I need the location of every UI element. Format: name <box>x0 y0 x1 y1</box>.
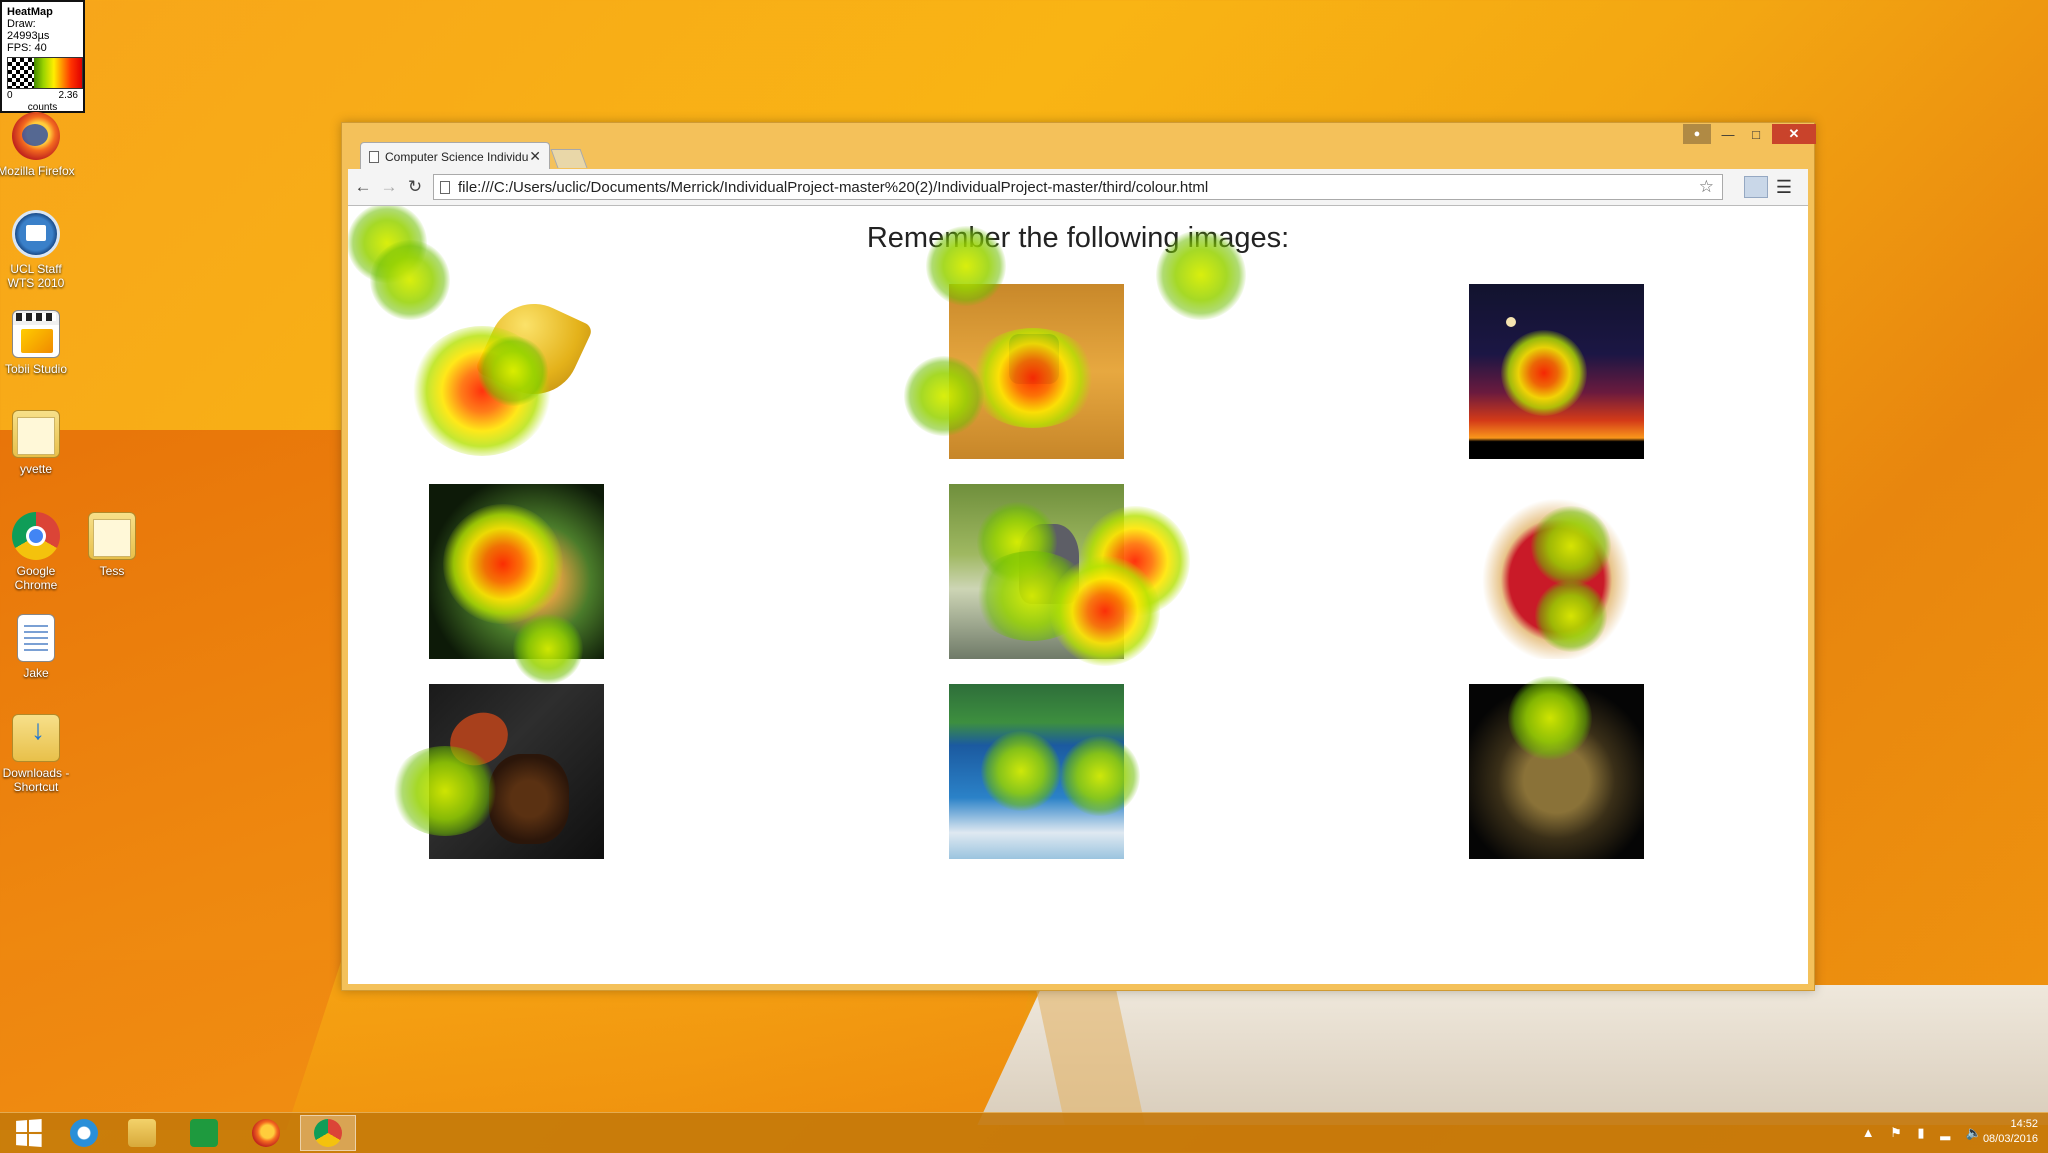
desktop-icon-firefox[interactable]: Mozilla Firefox <box>0 112 76 178</box>
minimize-button[interactable]: — <box>1714 124 1742 144</box>
clock-time: 14:52 <box>2010 1118 2038 1130</box>
desktop-icon-label: Tobii Studio <box>4 362 68 376</box>
heatmap-fps: FPS: 40 <box>7 42 47 54</box>
taskbar-chrome[interactable] <box>300 1115 356 1151</box>
image-toy <box>429 484 604 659</box>
menu-icon[interactable]: ☰ <box>1772 176 1796 198</box>
desktop-icon-label: Mozilla Firefox <box>0 164 75 178</box>
image-jet-ski <box>949 684 1124 859</box>
start-icon <box>16 1119 42 1147</box>
image-sunset <box>1469 284 1644 459</box>
remote-desktop-icon <box>12 210 60 258</box>
reload-icon[interactable]: ↻ <box>404 177 426 197</box>
internet-explorer-icon <box>70 1119 98 1147</box>
chrome-icon <box>314 1119 342 1147</box>
address-bar-url: file:///C:/Users/uclic/Documents/Merrick… <box>458 178 1209 196</box>
desktop-icon-yvette[interactable]: yvette <box>0 410 76 476</box>
taskbar-firefox[interactable] <box>238 1115 294 1151</box>
browser-tab[interactable]: Computer Science Individu ✕ <box>360 142 550 170</box>
desktop-icon-jake[interactable]: Jake <box>0 614 76 680</box>
folder-icon <box>88 512 136 560</box>
desktop-icon-tess[interactable]: Tess <box>72 512 152 578</box>
chrome-icon <box>12 512 60 560</box>
bookmark-star-icon[interactable]: ☆ <box>1699 177 1714 197</box>
desktop-icon-label: Jake <box>23 666 49 680</box>
browser-window: ● — □ ✕ Computer Science Individu ✕ ← → … <box>341 122 1816 991</box>
wallpaper-shape <box>1035 985 1145 1125</box>
page-icon <box>440 180 450 194</box>
page-heading: Remember the following images: <box>866 222 1290 254</box>
clock-date: 08/03/2016 <box>1982 1133 2038 1145</box>
firefox-icon <box>252 1119 280 1147</box>
desktop-icon-downloads[interactable]: Downloads - Shortcut <box>0 714 76 794</box>
wallpaper-floor <box>977 985 2048 1125</box>
address-bar[interactable]: file:///C:/Users/uclic/Documents/Merrick… <box>433 174 1723 200</box>
maximize-button[interactable]: □ <box>1742 124 1770 144</box>
tab-title: Computer Science Individu <box>385 149 529 164</box>
desktop-icon-ucl-staff[interactable]: UCL Staff WTS 2010 <box>0 210 76 290</box>
heatmap-title: HeatMap <box>7 6 53 18</box>
file-icon <box>17 614 55 662</box>
firefox-icon <box>12 112 60 160</box>
taskbar: ▲ ⚑ ▮ ▂ 🔈 14:52 08/03/2016 <box>0 1112 2048 1153</box>
forward-icon[interactable]: → <box>378 177 400 197</box>
page-icon <box>369 150 379 163</box>
image-strawberry-tart <box>1469 484 1644 659</box>
heatmap-color-scale <box>7 57 83 89</box>
desktop-icon-label: Google Chrome <box>14 564 58 592</box>
heatmap-legend-widget: HeatMap Draw: 24993µs FPS: 40 0 2.36 cou… <box>0 0 85 113</box>
heatmap-range-min: 0 <box>7 90 13 101</box>
taskbar-store[interactable] <box>176 1115 232 1151</box>
desktop-icon-label: yvette <box>19 462 52 476</box>
image-pearls <box>1469 684 1644 859</box>
heatmap-range-max: 2.36 <box>58 90 78 101</box>
downloads-folder-icon <box>12 714 60 762</box>
page-content: Remember the following images: <box>348 206 1808 984</box>
browser-toolbar: ← → ↻ file:///C:/Users/uclic/Documents/M… <box>348 169 1808 206</box>
image-coffee-beans <box>429 684 604 859</box>
file-explorer-icon <box>128 1119 156 1147</box>
extension-icon[interactable] <box>1744 176 1768 198</box>
user-profile-button[interactable]: ● <box>1683 124 1711 144</box>
desktop-icon-tobii[interactable]: Tobii Studio <box>0 310 76 376</box>
store-icon <box>190 1119 218 1147</box>
back-icon[interactable]: ← <box>352 177 374 197</box>
folder-icon <box>12 410 60 458</box>
start-button[interactable] <box>0 1115 56 1151</box>
desktop-icon-chrome[interactable]: Google Chrome <box>0 512 76 592</box>
desktop-icon-label: Tess <box>99 564 125 578</box>
close-tab-icon[interactable]: ✕ <box>529 148 541 165</box>
taskbar-file-explorer[interactable] <box>114 1115 170 1151</box>
image-desert <box>949 284 1124 459</box>
new-tab-button[interactable] <box>550 149 588 168</box>
image-donkey <box>949 484 1124 659</box>
desktop-icon-label: UCL Staff WTS 2010 <box>7 262 65 290</box>
taskbar-internet-explorer[interactable] <box>56 1115 112 1151</box>
desktop-icon-label: Downloads - Shortcut <box>2 766 70 794</box>
taskbar-clock[interactable]: 14:52 08/03/2016 <box>1968 1117 2038 1147</box>
close-window-button[interactable]: ✕ <box>1772 124 1816 144</box>
tobii-studio-icon <box>12 310 60 358</box>
heatmap-draw-time: Draw: 24993µs <box>7 18 50 42</box>
image-bananas <box>429 284 604 459</box>
